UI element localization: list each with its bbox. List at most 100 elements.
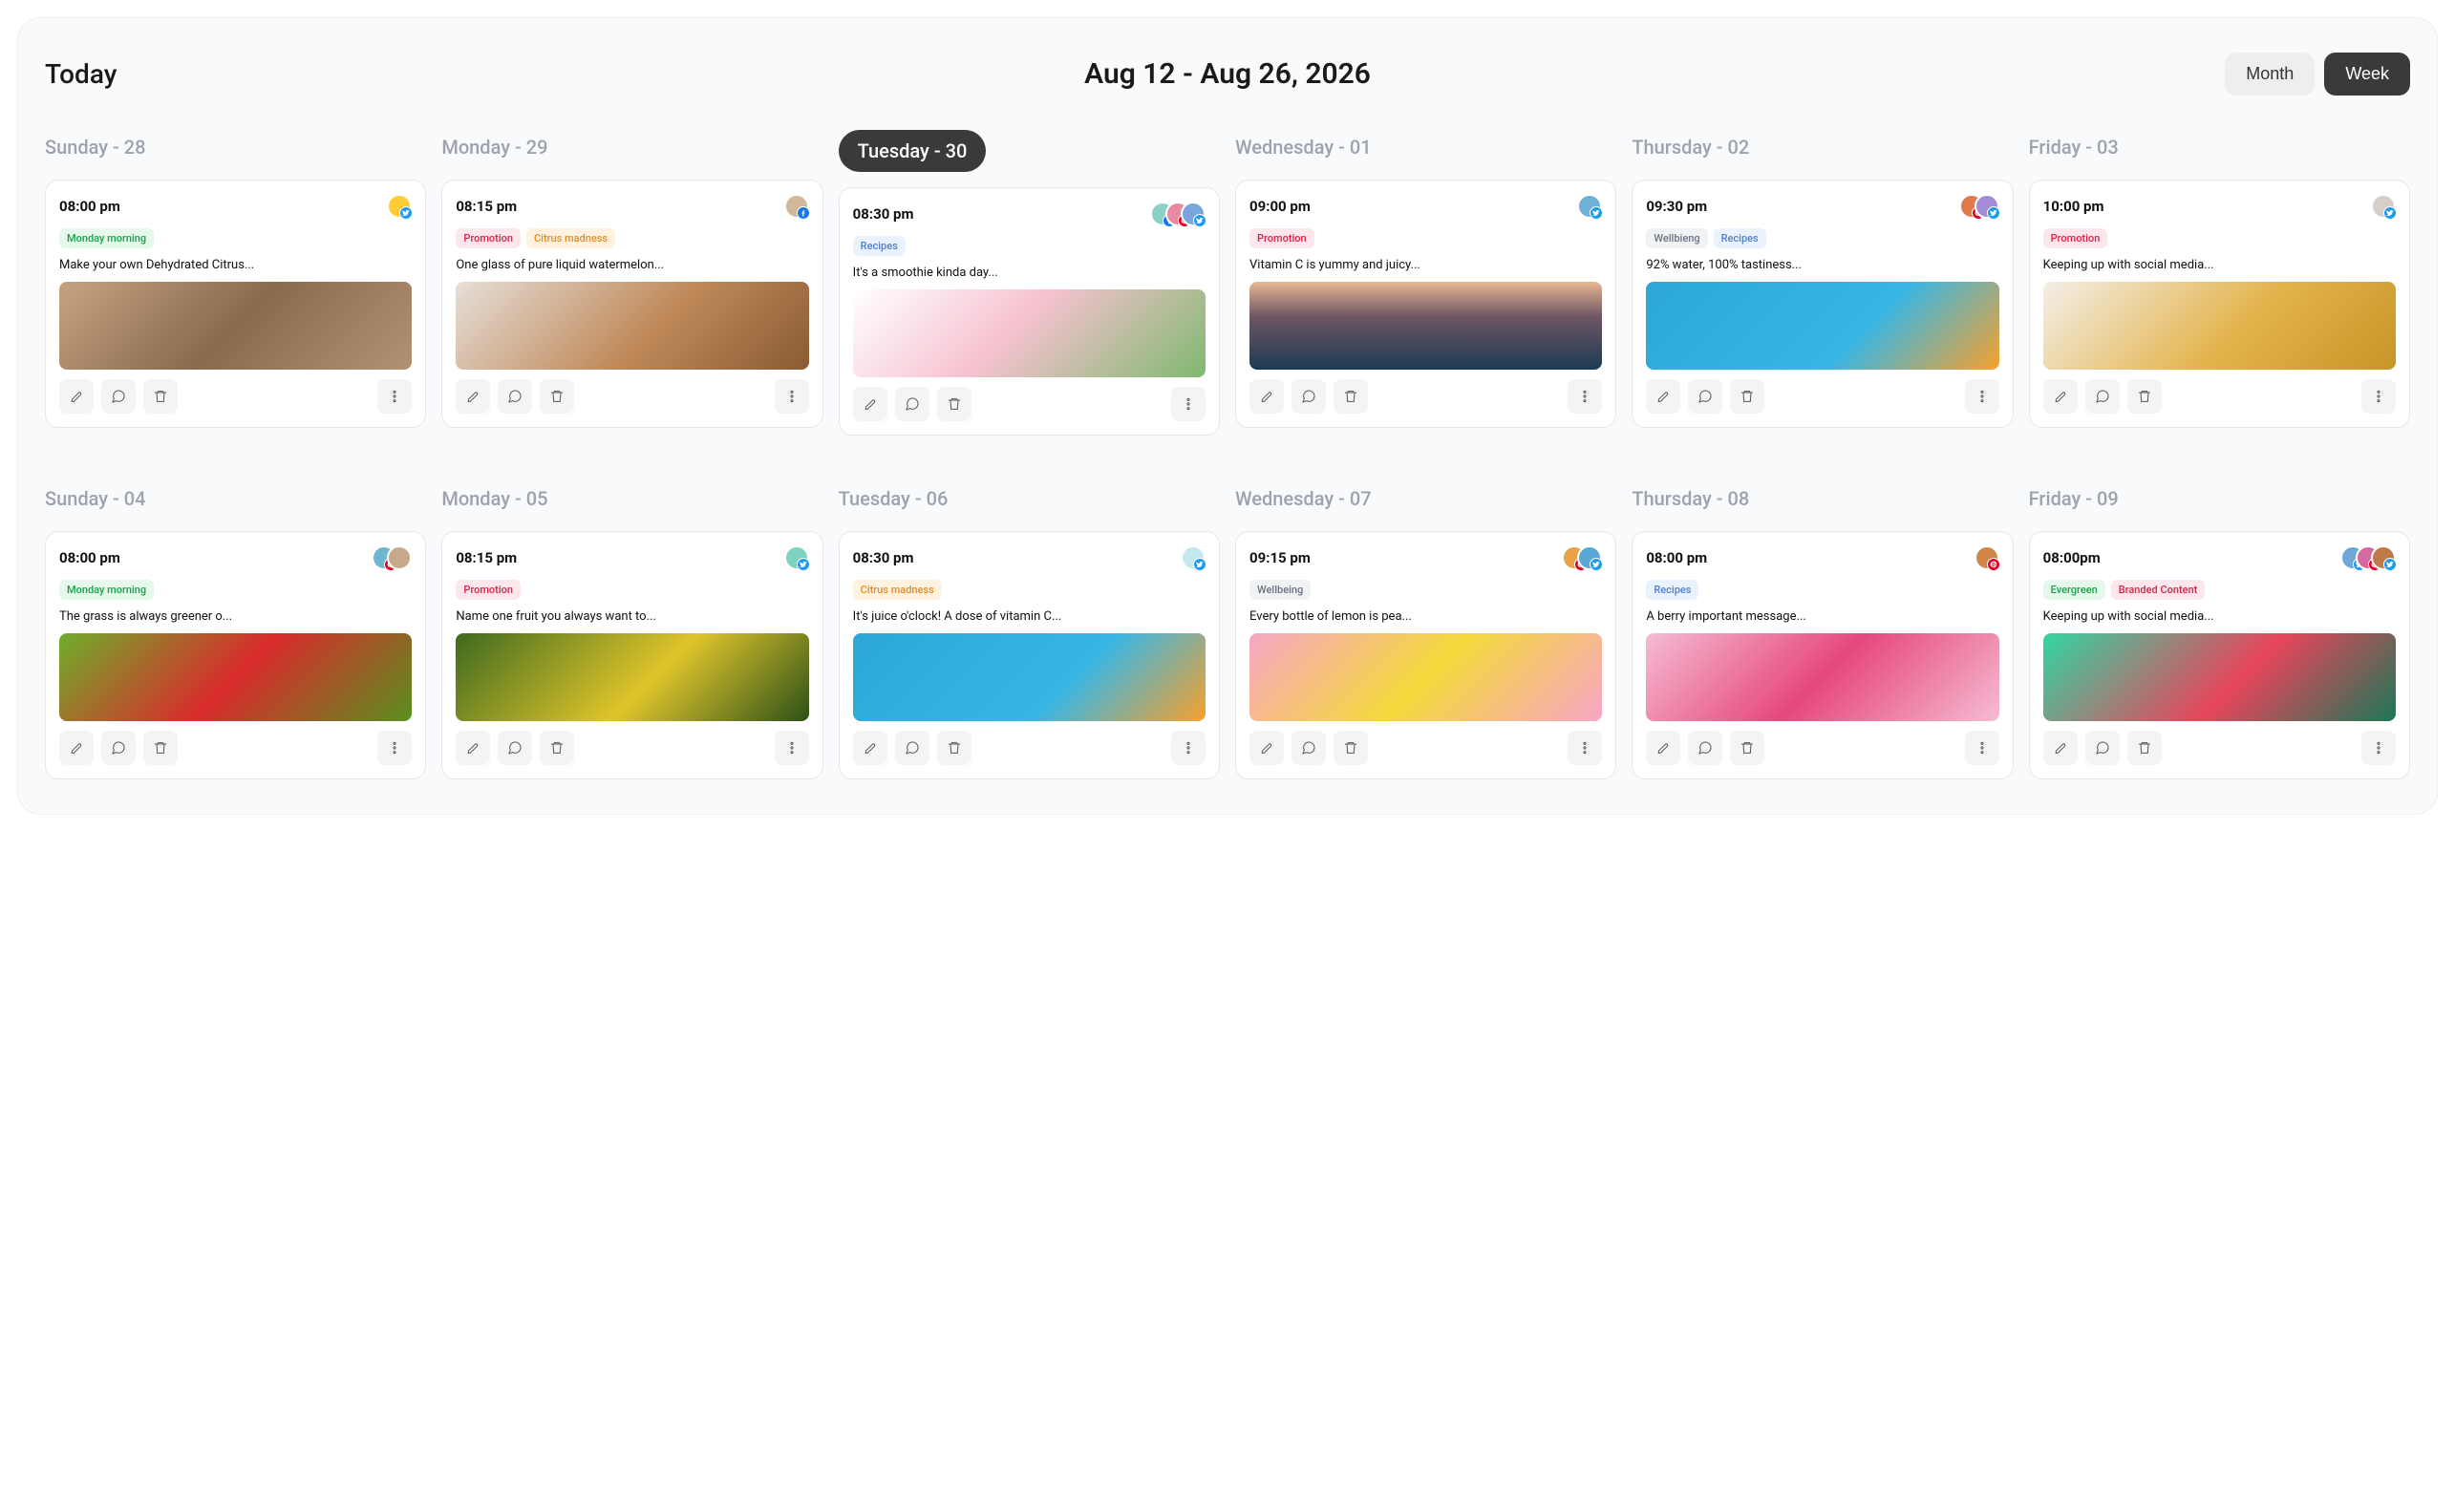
more-button[interactable] xyxy=(1965,379,1999,414)
more-button[interactable] xyxy=(2361,731,2396,765)
day-label[interactable]: Wednesday - 07 xyxy=(1235,481,1616,516)
post-thumbnail[interactable] xyxy=(853,633,1206,721)
more-button[interactable] xyxy=(1965,731,1999,765)
comment-button[interactable] xyxy=(101,731,136,765)
more-button[interactable] xyxy=(1171,387,1206,421)
tag[interactable]: Branded Content xyxy=(2111,580,2206,600)
delete-button[interactable] xyxy=(143,731,178,765)
more-button[interactable] xyxy=(775,379,809,414)
more-button[interactable] xyxy=(2361,379,2396,414)
edit-button[interactable] xyxy=(456,379,490,414)
day-label[interactable]: Thursday - 08 xyxy=(1632,481,2013,516)
post-card[interactable]: 09:00 pmPromotionVitamin C is yummy and … xyxy=(1235,180,1616,428)
day-label[interactable]: Friday - 09 xyxy=(2029,481,2410,516)
post-thumbnail[interactable] xyxy=(1249,633,1602,721)
post-thumbnail[interactable] xyxy=(1646,633,1998,721)
day-label[interactable]: Sunday - 28 xyxy=(45,130,426,164)
day-label[interactable]: Monday - 05 xyxy=(441,481,822,516)
comment-button[interactable] xyxy=(498,379,532,414)
post-card[interactable]: 09:30 pmWellbiengRecipes92% water, 100% … xyxy=(1632,180,2013,428)
delete-button[interactable] xyxy=(937,387,971,421)
tag[interactable]: Citrus madness xyxy=(853,580,942,600)
post-thumbnail[interactable] xyxy=(2043,282,2396,370)
more-button[interactable] xyxy=(377,379,412,414)
post-card[interactable]: 08:15 pmPromotionCitrus madnessOne glass… xyxy=(441,180,822,428)
tag[interactable]: Promotion xyxy=(1249,228,1314,248)
edit-button[interactable] xyxy=(2043,379,2078,414)
more-button[interactable] xyxy=(1171,731,1206,765)
comment-button[interactable] xyxy=(498,731,532,765)
tag[interactable]: Recipes xyxy=(1714,228,1766,248)
post-card[interactable]: 08:30 pmCitrus madnessIt's juice o'clock… xyxy=(839,531,1220,779)
post-thumbnail[interactable] xyxy=(1646,282,1998,370)
edit-button[interactable] xyxy=(59,731,94,765)
day-label[interactable]: Wednesday - 01 xyxy=(1235,130,1616,164)
edit-button[interactable] xyxy=(2043,731,2078,765)
delete-button[interactable] xyxy=(540,379,574,414)
comment-button[interactable] xyxy=(1292,379,1326,414)
edit-button[interactable] xyxy=(456,731,490,765)
delete-button[interactable] xyxy=(1334,379,1368,414)
post-card[interactable]: 08:30 pmRecipesIt's a smoothie kinda day… xyxy=(839,187,1220,436)
post-card[interactable]: 08:00 pmMonday morningThe grass is alway… xyxy=(45,531,426,779)
more-button[interactable] xyxy=(1568,731,1602,765)
delete-button[interactable] xyxy=(2127,731,2162,765)
day-label[interactable]: Tuesday - 30 xyxy=(839,130,987,172)
comment-button[interactable] xyxy=(895,387,929,421)
comment-button[interactable] xyxy=(2085,379,2120,414)
comment-button[interactable] xyxy=(895,731,929,765)
post-thumbnail[interactable] xyxy=(2043,633,2396,721)
day-label[interactable]: Monday - 29 xyxy=(441,130,822,164)
delete-button[interactable] xyxy=(937,731,971,765)
edit-button[interactable] xyxy=(853,731,887,765)
month-toggle[interactable]: Month xyxy=(2225,53,2315,96)
delete-button[interactable] xyxy=(1730,379,1764,414)
delete-button[interactable] xyxy=(540,731,574,765)
day-label[interactable]: Sunday - 04 xyxy=(45,481,426,516)
tag[interactable]: Citrus madness xyxy=(526,228,615,248)
day-label[interactable]: Friday - 03 xyxy=(2029,130,2410,164)
day-label[interactable]: Thursday - 02 xyxy=(1632,130,2013,164)
delete-button[interactable] xyxy=(1334,731,1368,765)
more-button[interactable] xyxy=(1568,379,1602,414)
comment-button[interactable] xyxy=(1688,731,1722,765)
post-thumbnail[interactable] xyxy=(59,282,412,370)
post-thumbnail[interactable] xyxy=(59,633,412,721)
comment-button[interactable] xyxy=(101,379,136,414)
tag[interactable]: Recipes xyxy=(853,236,906,256)
post-thumbnail[interactable] xyxy=(853,289,1206,377)
comment-button[interactable] xyxy=(1688,379,1722,414)
post-thumbnail[interactable] xyxy=(1249,282,1602,370)
tag[interactable]: Recipes xyxy=(1646,580,1698,600)
edit-button[interactable] xyxy=(853,387,887,421)
more-button[interactable] xyxy=(775,731,809,765)
tag[interactable]: Monday morning xyxy=(59,580,154,600)
edit-button[interactable] xyxy=(1249,731,1284,765)
edit-button[interactable] xyxy=(1249,379,1284,414)
edit-button[interactable] xyxy=(1646,731,1680,765)
comment-button[interactable] xyxy=(2085,731,2120,765)
edit-button[interactable] xyxy=(1646,379,1680,414)
delete-button[interactable] xyxy=(2127,379,2162,414)
post-card[interactable]: 08:00pmEvergreenBranded ContentKeeping u… xyxy=(2029,531,2410,779)
post-thumbnail[interactable] xyxy=(456,282,808,370)
comment-button[interactable] xyxy=(1292,731,1326,765)
delete-button[interactable] xyxy=(1730,731,1764,765)
post-card[interactable]: 08:00 pmMonday morningMake your own Dehy… xyxy=(45,180,426,428)
post-card[interactable]: 08:00 pmRecipesA berry important message… xyxy=(1632,531,2013,779)
post-card[interactable]: 10:00 pmPromotionKeeping up with social … xyxy=(2029,180,2410,428)
post-thumbnail[interactable] xyxy=(456,633,808,721)
post-card[interactable]: 09:15 pmWellbeingEvery bottle of lemon i… xyxy=(1235,531,1616,779)
tag[interactable]: Evergreen xyxy=(2043,580,2105,600)
tag[interactable]: Promotion xyxy=(456,580,521,600)
tag[interactable]: Wellbeing xyxy=(1249,580,1311,600)
tag[interactable]: Promotion xyxy=(2043,228,2108,248)
tag[interactable]: Promotion xyxy=(456,228,521,248)
delete-button[interactable] xyxy=(143,379,178,414)
post-card[interactable]: 08:15 pmPromotionName one fruit you alwa… xyxy=(441,531,822,779)
edit-button[interactable] xyxy=(59,379,94,414)
tag[interactable]: Wellbieng xyxy=(1646,228,1707,248)
tag[interactable]: Monday morning xyxy=(59,228,154,248)
week-toggle[interactable]: Week xyxy=(2324,53,2410,96)
day-label[interactable]: Tuesday - 06 xyxy=(839,481,1220,516)
